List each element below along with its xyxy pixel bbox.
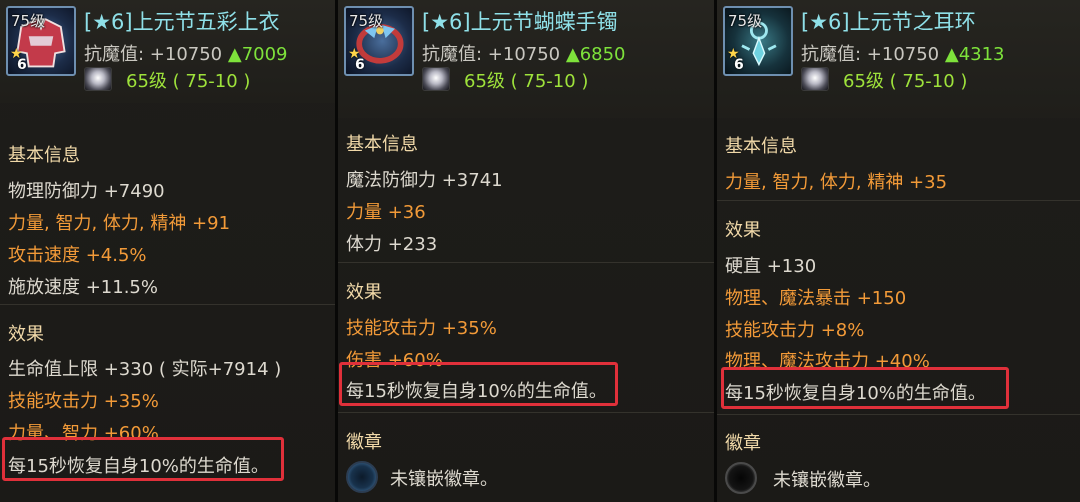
level-requirement: 65级 ( 75-10 ) xyxy=(464,71,589,92)
resist-value: 抗魔值: +10750 ▲4313 xyxy=(801,44,1005,65)
highlight-box xyxy=(339,362,618,406)
resist-delta: ▲6850 xyxy=(565,44,626,65)
badge-socket-icon[interactable] xyxy=(725,462,757,494)
enhance-star-badge: ★ 6 xyxy=(727,46,744,73)
armor-top-icon[interactable]: 75级 ★ 6 xyxy=(6,6,76,76)
effect-line: 生命值上限 +330 ( 实际+7914 ) xyxy=(8,359,282,380)
gem-icon xyxy=(801,67,829,91)
basic-info-header: 基本信息 xyxy=(346,134,418,155)
highlight-box xyxy=(721,367,1009,409)
basic-info-header: 基本信息 xyxy=(8,145,80,166)
badge-header: 徽章 xyxy=(725,433,761,454)
badge-status: 未镶嵌徽章。 xyxy=(773,470,881,491)
divider xyxy=(338,412,714,413)
stat-line: 力量, 智力, 体力, 精神 +91 xyxy=(8,213,231,234)
effects-header: 效果 xyxy=(346,282,382,303)
item-level-badge: 75级 xyxy=(349,12,384,30)
bracelet-icon[interactable]: 75级 ★ 6 xyxy=(344,6,414,76)
gem-icon xyxy=(84,67,112,91)
level-requirement: 65级 ( 75-10 ) xyxy=(843,71,968,92)
effect-line: 技能攻击力 +35% xyxy=(346,318,497,339)
item-tooltip-bracelet: 75级 ★ 6 [★6]上元节蝴蝶手镯 抗魔值: +10750 ▲6850 65级… xyxy=(338,0,714,502)
badge-header: 徽章 xyxy=(346,432,382,453)
effect-line: 硬直 +130 xyxy=(725,256,817,277)
item-title: [★6]上元节蝴蝶手镯 xyxy=(422,10,618,34)
basic-info-header: 基本信息 xyxy=(725,136,797,157)
stat-line: 力量 +36 xyxy=(346,202,426,223)
effect-line: 技能攻击力 +8% xyxy=(725,320,865,341)
stat-line: 魔法防御力 +3741 xyxy=(346,170,503,191)
item-level-badge: 75级 xyxy=(11,12,46,30)
item-tooltip-top: 75级 ★ 6 [★6]上元节五彩上衣 抗魔值: +10750 ▲7009 65级… xyxy=(0,0,335,502)
enhance-star-badge: ★ 6 xyxy=(348,46,365,73)
divider xyxy=(717,200,1080,201)
enhance-star-badge: ★ 6 xyxy=(10,46,27,73)
resist-value: 抗魔值: +10750 ▲6850 xyxy=(422,44,626,65)
item-title: [★6]上元节之耳环 xyxy=(801,10,976,34)
divider xyxy=(717,414,1080,415)
effect-line: 技能攻击力 +35% xyxy=(8,391,159,412)
resist-delta: ▲4313 xyxy=(944,44,1005,65)
badge-status: 未镶嵌徽章。 xyxy=(390,469,498,490)
divider xyxy=(0,304,335,305)
effects-header: 效果 xyxy=(8,324,44,345)
gem-icon xyxy=(422,67,450,91)
resist-delta: ▲7009 xyxy=(227,44,288,65)
item-level-badge: 75级 xyxy=(728,12,763,30)
item-title: [★6]上元节五彩上衣 xyxy=(84,10,280,34)
earring-icon[interactable]: 75级 ★ 6 xyxy=(723,6,793,76)
stat-line: 施放速度 +11.5% xyxy=(8,277,158,298)
level-requirement: 65级 ( 75-10 ) xyxy=(126,71,251,92)
effect-line: 物理、魔法暴击 +150 xyxy=(725,288,907,309)
stat-line: 物理防御力 +7490 xyxy=(8,181,165,202)
highlight-box xyxy=(2,437,284,481)
badge-socket-icon[interactable] xyxy=(346,461,378,493)
stat-line: 攻击速度 +4.5% xyxy=(8,245,147,266)
divider xyxy=(338,262,714,263)
resist-value: 抗魔值: +10750 ▲7009 xyxy=(84,44,288,65)
effects-header: 效果 xyxy=(725,220,761,241)
stat-line: 力量, 智力, 体力, 精神 +35 xyxy=(725,172,948,193)
stat-line: 体力 +233 xyxy=(346,234,438,255)
item-tooltip-earring: 75级 ★ 6 [★6]上元节之耳环 抗魔值: +10750 ▲4313 65级 … xyxy=(717,0,1080,502)
